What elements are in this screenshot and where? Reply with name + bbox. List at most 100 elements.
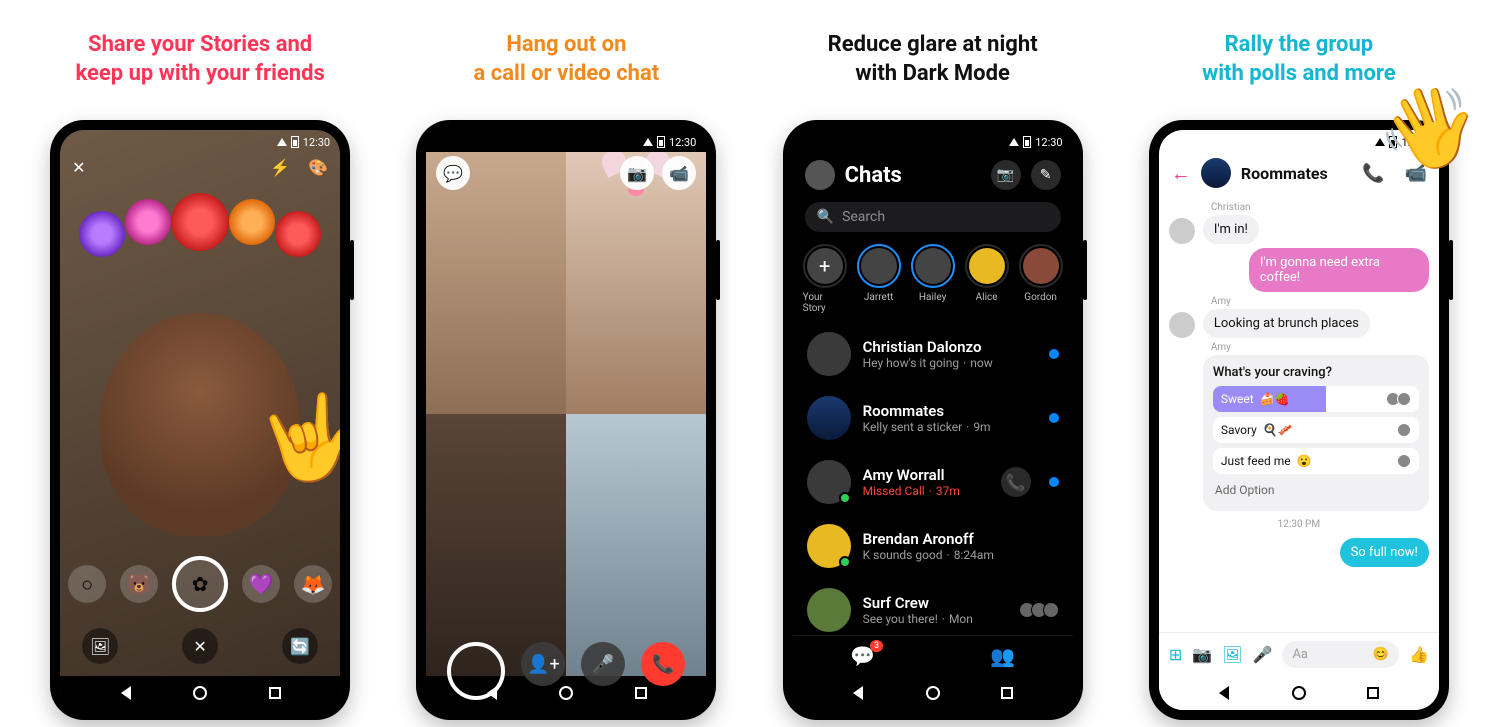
chat-row[interactable]: Christian Dalonzo Hey how's it going · n…	[793, 322, 1073, 386]
gallery-button[interactable]: 🖼	[82, 628, 118, 664]
message-bubble[interactable]: I'm in!	[1203, 215, 1259, 244]
avatar	[807, 396, 851, 440]
sender-name: Amy	[1211, 296, 1429, 307]
video-tile[interactable]	[566, 152, 706, 414]
like-button[interactable]: 👍	[1409, 645, 1429, 664]
search-placeholder: Search	[842, 209, 885, 225]
filter-option[interactable]: 💜	[242, 565, 280, 603]
android-navbar	[60, 676, 340, 710]
message-list[interactable]: Christian I'm in! I'm gonna need extra c…	[1159, 194, 1439, 632]
composer: ⊞ 📷 🖼 🎤 Aa 😊 👍	[1159, 632, 1439, 676]
chat-row[interactable]: Amy Worrall Missed Call · 37m 📞	[793, 450, 1073, 514]
nav-back-icon[interactable]	[849, 684, 867, 702]
chat-button[interactable]: 💬	[436, 156, 470, 190]
chats-title: Chats	[845, 163, 981, 188]
tab-people[interactable]: 👥	[990, 644, 1015, 668]
camera-button[interactable]: 📷	[991, 160, 1021, 190]
stories-row[interactable]: + Your Story Jarrett Hailey Alice	[793, 236, 1073, 322]
story-label: Hailey	[919, 292, 946, 303]
tab-bar: 💬 3 👥	[793, 635, 1073, 676]
palette-icon[interactable]: 🎨	[308, 158, 328, 177]
video-grid	[426, 152, 706, 676]
story-item[interactable]: Gordon	[1019, 244, 1063, 314]
flip-camera-button[interactable]: 🔄	[282, 628, 318, 664]
avatar	[1169, 218, 1195, 244]
nav-back-icon[interactable]	[1215, 684, 1233, 702]
status-time: 12:30	[669, 136, 696, 149]
chat-name: Brendan Aronoff	[863, 530, 1059, 548]
back-button[interactable]: ←	[1171, 161, 1191, 186]
poll-option[interactable]: Just feed me😮	[1213, 448, 1419, 474]
story-item[interactable]: Alice	[965, 244, 1009, 314]
story-label: Gordon	[1024, 292, 1057, 303]
filter-option[interactable]: ○	[68, 565, 106, 603]
gallery-button[interactable]: 🖼	[1222, 645, 1242, 664]
nav-back-icon[interactable]	[117, 684, 135, 702]
shutter-button[interactable]	[447, 642, 505, 700]
story-item[interactable]: Hailey	[911, 244, 955, 314]
nav-recent-icon[interactable]	[266, 684, 284, 702]
poll-card[interactable]: What's your craving? Sweet🍰🍓 Savory🍳🥓 Ju…	[1203, 355, 1429, 511]
headline-stories: Share your Stories andkeep up with your …	[75, 28, 324, 92]
group-avatar[interactable]	[1201, 158, 1231, 188]
chat-row[interactable]: Surf Crew See you there! · Mon	[793, 578, 1073, 635]
story-item[interactable]: Jarrett	[857, 244, 901, 314]
video-toggle-button[interactable]: 📹	[662, 156, 696, 190]
search-input[interactable]: 🔍 Search	[805, 202, 1061, 232]
emoji-button[interactable]: 😊	[1373, 647, 1389, 662]
profile-avatar[interactable]	[805, 160, 835, 190]
nav-home-icon[interactable]	[191, 684, 209, 702]
mic-button[interactable]: 🎤	[1253, 645, 1273, 664]
mic-button[interactable]: 🎤	[581, 642, 625, 686]
video-tile[interactable]	[566, 414, 706, 676]
status-time: 12:30	[303, 136, 330, 149]
chat-name: Surf Crew	[863, 594, 1011, 612]
close-button[interactable]: ✕	[72, 158, 85, 177]
compose-button[interactable]: ✎	[1031, 160, 1061, 190]
message-input[interactable]: Aa 😊	[1282, 641, 1399, 668]
chat-list[interactable]: Christian Dalonzo Hey how's it going · n…	[793, 322, 1073, 635]
poll-option[interactable]: Sweet🍰🍓	[1213, 386, 1419, 412]
add-person-button[interactable]: 👤+	[521, 642, 565, 686]
chat-row[interactable]: Brendan Aronoff K sounds good · 8:24am	[793, 514, 1073, 578]
video-tile[interactable]	[426, 414, 566, 676]
message-bubble[interactable]: Looking at brunch places	[1203, 309, 1370, 338]
message-bubble-out[interactable]: I'm gonna need extra coffee!	[1249, 248, 1429, 292]
camera-button[interactable]: 📷	[1192, 645, 1212, 664]
story-label: Alice	[976, 292, 998, 303]
nav-home-icon[interactable]	[1290, 684, 1308, 702]
rock-on-emoji: 🤟	[253, 384, 340, 494]
online-dot	[839, 492, 851, 504]
poll-add-option[interactable]: Add Option	[1213, 479, 1419, 501]
end-call-button[interactable]: 📞	[641, 642, 685, 686]
avatar	[807, 460, 851, 504]
nav-recent-icon[interactable]	[998, 684, 1016, 702]
nav-recent-icon[interactable]	[1364, 684, 1382, 702]
message-bubble-out[interactable]: So full now!	[1340, 538, 1429, 567]
avatar	[807, 332, 851, 376]
chat-name: Christian Dalonzo	[863, 338, 1037, 356]
apps-button[interactable]: ⊞	[1169, 645, 1182, 664]
cancel-filter-button[interactable]: ✕	[182, 628, 218, 664]
poll-option[interactable]: Savory🍳🥓	[1213, 417, 1419, 443]
poll-question: What's your craving?	[1213, 365, 1419, 380]
camera-viewfinder: 🤟 ○ 🐻 ✿ 💜 🦊 🖼 ✕ 🔄	[60, 183, 340, 676]
call-back-button[interactable]: 📞	[1001, 467, 1031, 497]
android-navbar	[1159, 676, 1439, 710]
nav-home-icon[interactable]	[924, 684, 942, 702]
filter-carousel[interactable]: ○ 🐻 ✿ 💜 🦊	[60, 556, 340, 612]
video-tile[interactable]	[426, 152, 566, 414]
camera-button[interactable]: 📷	[620, 156, 654, 190]
chat-name: Roommates	[863, 402, 1037, 420]
filter-option[interactable]: 🦊	[294, 565, 332, 603]
tab-chats[interactable]: 💬 3	[850, 644, 875, 668]
filter-option[interactable]: 🐻	[120, 565, 158, 603]
avatar	[1169, 312, 1195, 338]
chat-row[interactable]: Roommates Kelly sent a sticker · 9m	[793, 386, 1073, 450]
chat-title[interactable]: Roommates	[1241, 164, 1342, 183]
story-label: Jarrett	[864, 292, 894, 303]
filter-option-selected[interactable]: ✿	[172, 556, 228, 612]
flash-icon[interactable]: ⚡	[270, 158, 290, 177]
search-icon: 🔍	[817, 209, 834, 225]
your-story[interactable]: + Your Story	[803, 244, 847, 314]
